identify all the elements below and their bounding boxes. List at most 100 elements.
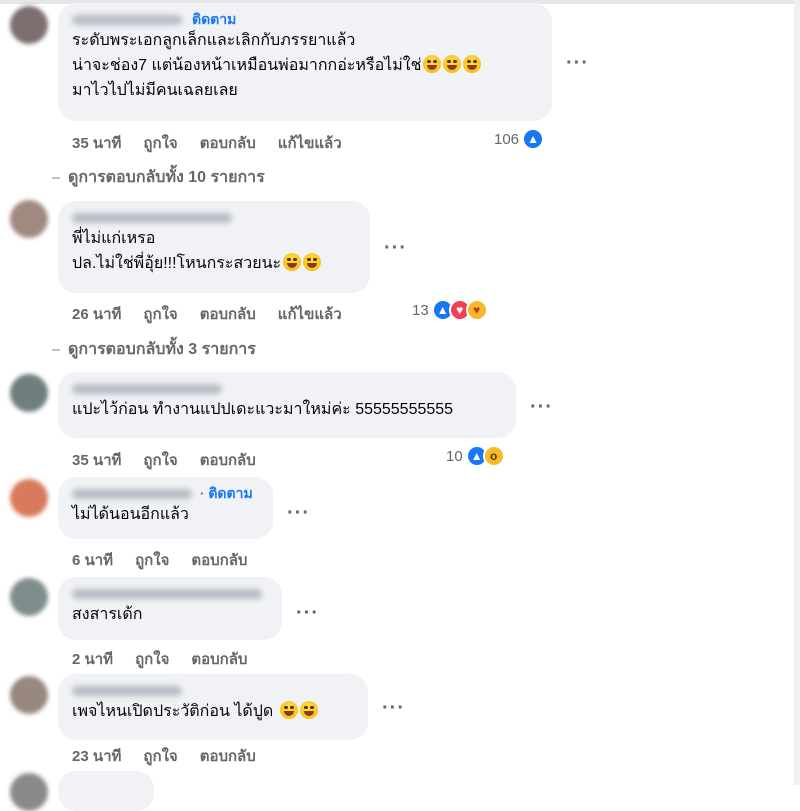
comment-line: พี่ไม่แก่เหรอ [72,230,156,247]
avatar[interactable] [10,676,48,714]
like-button[interactable]: ถูกใจ [143,744,177,768]
reaction-summary[interactable]: 106 ▲ [494,128,545,150]
avatar[interactable] [10,374,48,412]
comment-bubble: ติดตาม ระดับพระเอกลูกเล็กและเลิกกับภรรยา… [58,3,552,121]
commenter-name-row: ติดตาม [72,11,540,28]
comment-time[interactable]: 35 นาที [72,448,121,472]
scrollbar-track[interactable] [794,0,800,785]
commenter-name-row [72,585,270,602]
more-options-icon[interactable]: ··· [296,603,319,623]
comment-actions: 6 นาที ถูกใจ ตอบกลับ [72,548,247,572]
laugh-emoji-icon [443,55,462,73]
comment-actions: 35 นาที ถูกใจ ตอบกลับ [72,448,256,472]
reaction-count: 13 [412,301,429,319]
commenter-name[interactable] [72,488,192,499]
commenter-name[interactable] [72,212,232,223]
comment-line-text: ปล.ไม่ใช่พี่อุ้ย!!!โหนกระสวยนะ [72,255,282,272]
reply-button[interactable]: ตอบกลับ [191,647,247,671]
comment-bubble: แปะไว้ก่อน ทำงานแปปเดะแวะมาใหม่ค่ะ 55555… [58,372,516,438]
like-button[interactable]: ถูกใจ [143,131,177,155]
laugh-emoji-icon [423,55,442,73]
comment-time[interactable]: 6 นาที [72,548,113,572]
comment-line: เพจไหนเปิดประวัติก่อน ได้ปูด [72,699,356,724]
comment-text: แปะไว้ก่อน ทำงานแปปเดะแวะมาใหม่ค่ะ 55555… [72,397,504,422]
comment-line: สงสารเด้ก [72,606,143,623]
comment-text: พี่ไม่แก่เหรอ ปล.ไม่ใช่พี่อุ้ย!!!โหนกระส… [72,226,358,276]
commenter-name-row [72,209,358,226]
reply-button[interactable]: ตอบกลับ [200,302,256,326]
comment-line: ระดับพระเอกลูกเล็กและเลิกกับภรรยาแล้ว [72,32,356,49]
reaction-count: 10 [446,447,463,465]
comment-bubble: สงสารเด้ก [58,577,282,640]
commenter-name-row: · ติดตาม [72,485,261,502]
avatar[interactable] [10,6,48,44]
reaction-count: 106 [494,130,520,148]
comment-time[interactable]: 26 นาที [72,302,121,326]
reply-button[interactable]: ตอบกลับ [191,548,247,572]
comment-line-text: น่าจะช่อง7 แต่น้องหน้าเหมือนพ่อมากกอ่ะหร… [72,57,422,74]
reply-connector [52,176,60,179]
comment-text: สงสารเด้ก [72,602,270,627]
like-button[interactable]: ถูกใจ [143,302,177,326]
commenter-name[interactable] [72,588,262,599]
more-options-icon[interactable]: ··· [287,503,310,523]
reaction-summary[interactable]: 13 ▲ ♥ ♥ [412,299,488,321]
monocle-emoji-icon [299,701,318,719]
grin-emoji-icon [283,253,302,271]
avatar[interactable] [10,773,48,811]
comment-line: แปะไว้ก่อน ทำงานแปปเดะแวะมาใหม่ค่ะ 55555… [72,401,454,418]
like-button[interactable]: ถูกใจ [135,647,169,671]
more-options-icon[interactable]: ··· [384,238,407,258]
view-replies-text: ดูการตอบกลับทั้ง 3 รายการ [68,341,256,358]
commenter-name[interactable] [72,685,182,696]
view-replies-link[interactable]: ดูการตอบกลับทั้ง 10 รายการ [52,165,265,190]
like-button[interactable]: ถูกใจ [135,548,169,572]
comment-text: ไม่ได้นอนอีกแล้ว [72,502,261,527]
edited-label[interactable]: แก้ไขแล้ว [278,131,342,155]
comment-bubble: พี่ไม่แก่เหรอ ปล.ไม่ใช่พี่อุ้ย!!!โหนกระส… [58,201,370,293]
comment-line: มาไวไปไม่มีคนเฉลยเลย [72,82,238,99]
comment-time[interactable]: 2 นาที [72,647,113,671]
reply-button[interactable]: ตอบกลับ [200,131,256,155]
avatar[interactable] [10,578,48,616]
view-replies-text: ดูการตอบกลับทั้ง 10 รายการ [68,169,265,186]
comment-actions: 26 นาที ถูกใจ ตอบกลับ แก้ไขแล้ว [72,302,342,326]
comment-line: ปล.ไม่ใช่พี่อุ้ย!!!โหนกระสวยนะ [72,251,358,276]
comment-actions: 23 นาที ถูกใจ ตอบกลับ [72,744,256,768]
comment-line: ไม่ได้นอนอีกแล้ว [72,506,189,523]
reply-button[interactable]: ตอบกลับ [200,448,256,472]
grin-emoji-icon [303,253,322,271]
wow-icon: o [482,445,505,467]
care-icon: ♥ [465,299,488,321]
comment-time[interactable]: 23 นาที [72,744,121,768]
avatar[interactable] [10,200,48,238]
comment-actions: 35 นาที ถูกใจ ตอบกลับ แก้ไขแล้ว [72,131,342,155]
reply-connector [52,348,60,351]
commenter-name-row [72,682,356,699]
tongue-emoji-icon [279,701,298,719]
comment-text: ระดับพระเอกลูกเล็กและเลิกกับภรรยาแล้ว น่… [72,28,540,103]
more-options-icon[interactable]: ··· [566,53,589,73]
comment-line-text: เพจไหนเปิดประวัติก่อน ได้ปูด [72,703,274,720]
comment-bubble: เพจไหนเปิดประวัติก่อน ได้ปูด [58,674,368,740]
commenter-name[interactable] [72,383,222,394]
edited-label[interactable]: แก้ไขแล้ว [278,302,342,326]
commenter-name-row [72,380,504,397]
like-icon: ▲ [522,128,545,150]
commenter-name[interactable] [72,14,182,25]
view-replies-link[interactable]: ดูการตอบกลับทั้ง 3 รายการ [52,337,256,362]
more-options-icon[interactable]: ··· [530,397,553,417]
reaction-summary[interactable]: 10 ▲ o [446,445,505,467]
comment-bubble: · ติดตาม ไม่ได้นอนอีกแล้ว [58,477,273,539]
comment-line: น่าจะช่อง7 แต่น้องหน้าเหมือนพ่อมากกอ่ะหร… [72,53,540,78]
follow-link[interactable]: ติดตาม [208,483,252,505]
separator-dot: · [200,486,205,501]
avatar[interactable] [10,479,48,517]
like-button[interactable]: ถูกใจ [143,448,177,472]
comment-text: เพจไหนเปิดประวัติก่อน ได้ปูด [72,699,356,724]
comment-bubble [58,771,154,811]
more-options-icon[interactable]: ··· [382,698,405,718]
laugh-emoji-icon [463,55,482,73]
comment-time[interactable]: 35 นาที [72,131,121,155]
reply-button[interactable]: ตอบกลับ [200,744,256,768]
